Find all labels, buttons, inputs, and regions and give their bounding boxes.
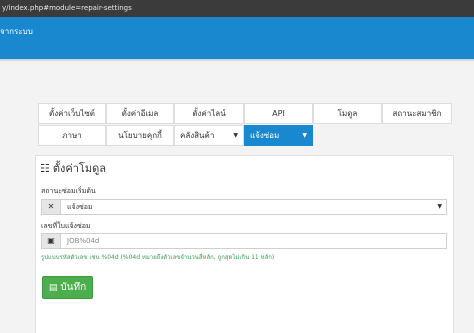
tab-label: API — [272, 109, 285, 118]
status-label: สถานะซ่อมเริ่มต้น — [41, 187, 96, 195]
job-number-help: รูปแบบรหัสตัวเลข เช่น %04d (%04d หมายถึง… — [41, 254, 275, 261]
tab-label: แจ้งซ่อม — [250, 131, 280, 140]
status-select[interactable]: ✕ แจ้งซ่อม ▼ — [41, 199, 447, 215]
settings-icon: ☷ — [40, 161, 50, 175]
tab-cookie-policy[interactable]: นโยบายคุกกี้ — [106, 125, 174, 146]
job-number-label: เลขที่ใบแจ้งซ่อม — [41, 222, 91, 230]
tab-label: ตั้งค่าไลน์ — [192, 109, 226, 118]
top-nav — [0, 17, 474, 59]
save-button[interactable]: ▤ บันทึก — [42, 276, 93, 299]
status-value-text: แจ้งซ่อม — [67, 203, 93, 211]
chevron-down-icon: ▼ — [233, 132, 238, 139]
chevron-down-icon: ▼ — [437, 203, 442, 210]
chevron-down-icon: ▼ — [302, 132, 307, 139]
tab-label: คลังสินค้า — [180, 131, 215, 140]
tab-site-settings[interactable]: ตั้งค่าเว็บไซต์ — [38, 103, 106, 124]
tab-modules[interactable]: โมดูล — [313, 103, 382, 124]
nav-shadow — [0, 59, 474, 62]
tab-label: สถานะสมาชิก — [392, 109, 442, 118]
number-icon: ▣ — [42, 234, 61, 248]
tab-email-settings[interactable]: ตั้งค่าอีเมล — [106, 103, 174, 124]
tab-member-status[interactable]: สถานะสมาชิก — [382, 103, 452, 124]
tab-api[interactable]: API — [244, 103, 313, 124]
tab-label: นโยบายคุกกี้ — [118, 131, 162, 140]
tab-label: ตั้งค่าเว็บไซต์ — [49, 109, 95, 118]
tab-repair[interactable]: แจ้งซ่อม ▼ — [244, 125, 313, 146]
tab-inventory[interactable]: คลังสินค้า ▼ — [174, 125, 244, 146]
save-icon: ▤ — [48, 282, 58, 293]
status-select-value: แจ้งซ่อม ▼ — [61, 200, 446, 214]
tools-icon: ✕ — [42, 200, 61, 214]
tab-language[interactable]: ภาษา — [38, 125, 106, 146]
tab-label: ภาษา — [62, 131, 82, 140]
tab-line-settings[interactable]: ตั้งค่าไลน์ — [174, 103, 244, 124]
url-text: y/index.php#module=repair-settings — [2, 4, 132, 12]
page-title: ☷ ตั้งค่าโมดูล — [40, 160, 106, 176]
browser-url-bar[interactable]: y/index.php#module=repair-settings — [0, 0, 474, 17]
logout-link[interactable]: จากระบบ — [0, 25, 33, 38]
job-number-input[interactable]: JOB%04d — [61, 234, 446, 248]
tab-label: ตั้งค่าอีเมล — [121, 109, 159, 118]
page-title-text: ตั้งค่าโมดูล — [52, 162, 106, 175]
save-button-label: บันทึก — [60, 282, 87, 293]
tab-label: โมดูล — [337, 109, 358, 118]
job-number-field[interactable]: ▣ JOB%04d — [41, 233, 447, 249]
